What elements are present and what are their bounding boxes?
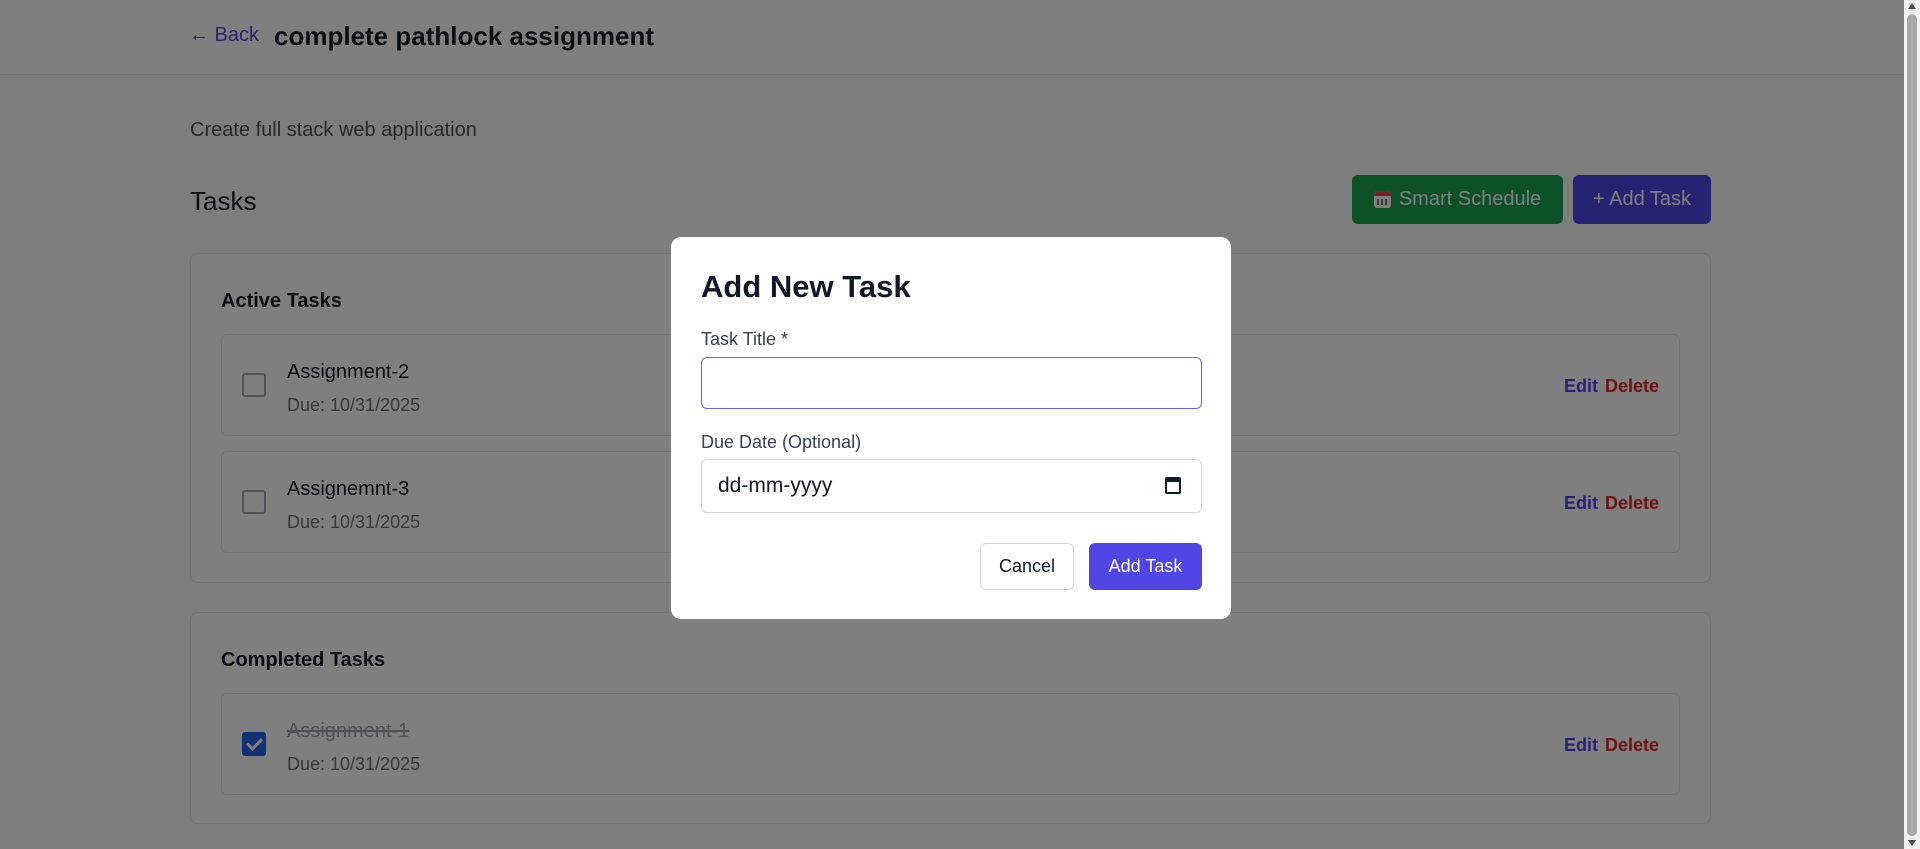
cancel-button[interactable]: Cancel	[980, 543, 1074, 590]
submit-add-task-button[interactable]: Add Task	[1089, 543, 1202, 590]
modal-title: Add New Task	[701, 269, 911, 304]
due-date-label: Due Date (Optional)	[701, 432, 862, 452]
calendar-picker-icon[interactable]	[1165, 477, 1181, 494]
add-task-modal: Add New Task Task Title * Due Date (Opti…	[671, 237, 1231, 619]
task-title-input[interactable]	[701, 357, 1202, 409]
due-date-placeholder: dd-mm-yyyy	[718, 474, 833, 497]
scroll-up-arrow-icon[interactable]	[1908, 3, 1916, 9]
task-title-label: Task Title *	[701, 329, 789, 349]
scrollbar-thumb[interactable]	[1907, 14, 1917, 836]
scroll-down-arrow-icon[interactable]	[1908, 840, 1916, 846]
due-date-input[interactable]: dd-mm-yyyy	[701, 459, 1202, 513]
